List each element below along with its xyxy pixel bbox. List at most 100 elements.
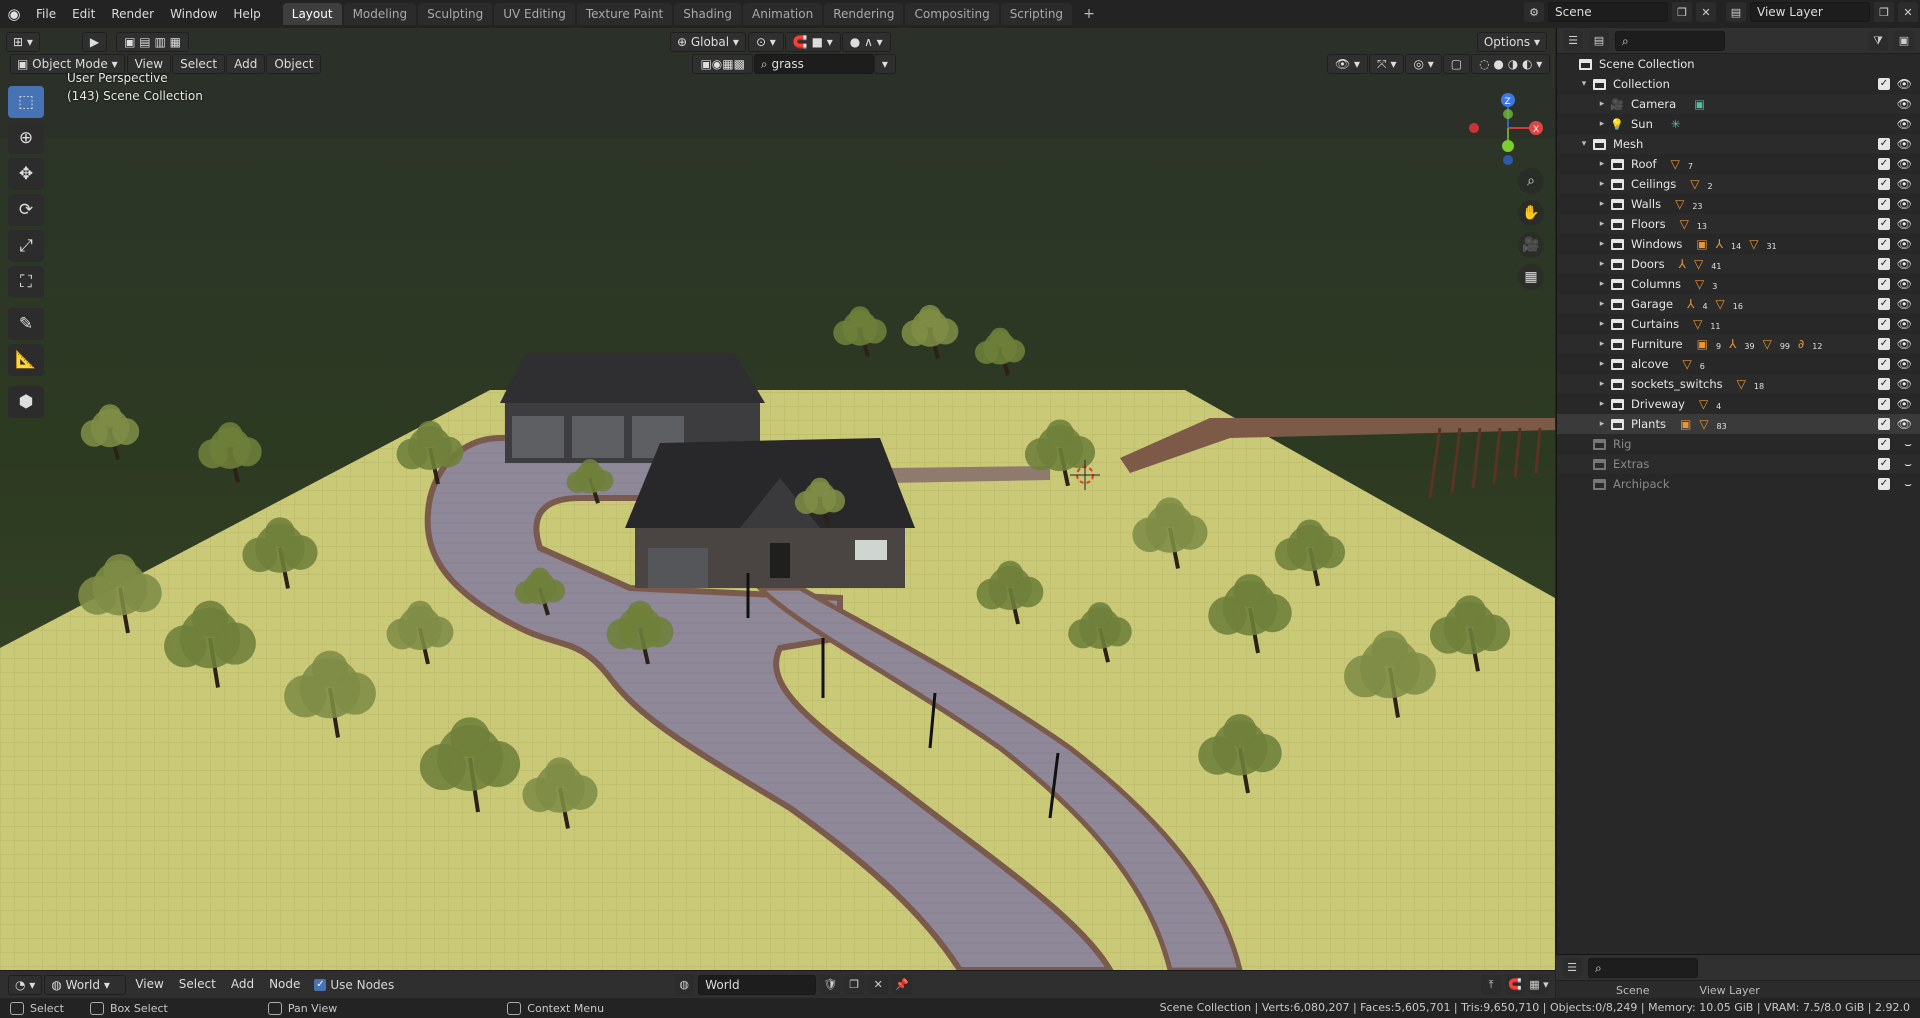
pan-hand-icon[interactable]: ✋	[1518, 200, 1544, 226]
orientation-dropdown[interactable]: ⊕ Global ▾	[669, 32, 746, 52]
exclude-checkbox[interactable]: ✓	[1878, 438, 1890, 450]
properties-search-input[interactable]: ⌕	[1588, 957, 1698, 978]
menu-render[interactable]: Render	[103, 0, 162, 28]
outliner-row-mesh[interactable]: ▾ Mesh ✓ 👁	[1557, 134, 1920, 154]
exclude-checkbox[interactable]: ✓	[1878, 238, 1890, 250]
eye-icon[interactable]: 👁	[1897, 377, 1912, 391]
filter-funnel-icon[interactable]: ⧩	[1868, 30, 1888, 51]
pivot-icon[interactable]: ⊙ ▾	[747, 32, 784, 52]
editor-type-dropdown[interactable]: ⊞ ▾	[6, 32, 40, 52]
exclude-checkbox[interactable]: ✓	[1878, 178, 1890, 190]
add-workspace-icon[interactable]: +	[1074, 3, 1104, 25]
outliner-row-furniture[interactable]: ▸ Furniture ▣ 9 ⅄ 39 ▽ 99 ∂ 12 ✓ 👁	[1557, 334, 1920, 354]
exclude-checkbox[interactable]: ✓	[1878, 138, 1890, 150]
collapse-arrow-icon[interactable]: ▸	[1595, 279, 1609, 289]
camera-view-icon[interactable]: 🎥	[1518, 232, 1544, 258]
eye-icon[interactable]: 👁	[1897, 257, 1912, 271]
filter-icons[interactable]: ▣◉▦▩	[692, 54, 753, 74]
node-snap-icon[interactable]: 🧲	[1505, 974, 1525, 995]
view-layer-field[interactable]: View Layer	[1750, 2, 1870, 22]
collapse-arrow-icon[interactable]: ▸	[1595, 379, 1609, 389]
eye-icon[interactable]: 👁	[1897, 197, 1912, 211]
add-menu[interactable]: Add	[226, 54, 266, 74]
collapse-arrow-icon[interactable]: ▸	[1595, 199, 1609, 209]
tab-layout[interactable]: Layout	[282, 3, 342, 25]
menu-file[interactable]: File	[28, 0, 64, 28]
collapse-arrow-icon[interactable]: ▸	[1595, 179, 1609, 189]
view-layer-tab[interactable]: View Layer	[1700, 984, 1760, 997]
annotate-icon[interactable]: ✎	[8, 308, 44, 340]
outliner-row-garage[interactable]: ▸ Garage ⅄ 4 ▽ 16 ✓ 👁	[1557, 294, 1920, 314]
outliner-root[interactable]: Scene Collection	[1557, 54, 1920, 74]
node-add-menu[interactable]: Add	[224, 975, 261, 995]
overlay-toggle-icon[interactable]: ◎ ▾	[1405, 54, 1442, 74]
scene-tab[interactable]: Scene	[1616, 984, 1650, 997]
node-node-menu[interactable]: Node	[262, 975, 307, 995]
shading-mode-icons[interactable]: ◌ ● ◑ ◐ ▾	[1471, 54, 1551, 74]
scene-field[interactable]: Scene	[1548, 2, 1668, 22]
collapse-arrow-icon[interactable]: ▸	[1595, 219, 1609, 229]
outliner-row-rig[interactable]: Rig ✓ ⌣	[1557, 434, 1920, 454]
3d-viewport[interactable]: ⊞ ▾ ▶ ▣ ▤ ▥ ▦ ⊕ Global ▾ ⊙ ▾ 🧲 ■ ▾ ● ∧ ▾…	[0, 28, 1555, 970]
node-editor-type-dropdown[interactable]: ◔ ▾	[8, 974, 43, 995]
expand-arrow-icon[interactable]: ▾	[1577, 79, 1591, 89]
tab-texture-paint[interactable]: Texture Paint	[576, 3, 673, 25]
collapse-arrow-icon[interactable]: ▸	[1595, 319, 1609, 329]
add-cube-icon[interactable]: ⬢	[8, 386, 44, 418]
outliner-row-windows[interactable]: ▸ Windows ▣ ⅄ 14 ▽ 31 ✓ 👁	[1557, 234, 1920, 254]
exclude-checkbox[interactable]: ✓	[1878, 158, 1890, 170]
grid-toggle-icon[interactable]: ▦	[1518, 264, 1544, 290]
new-view-layer-icon[interactable]: ❐	[1874, 2, 1894, 22]
collapse-arrow-icon[interactable]: ▸	[1595, 359, 1609, 369]
exclude-checkbox[interactable]: ✓	[1878, 258, 1890, 270]
menu-window[interactable]: Window	[162, 0, 225, 28]
outliner-row-camera[interactable]: ▸ 🎥 Camera ▣ 👁	[1557, 94, 1920, 114]
tab-modeling[interactable]: Modeling	[343, 3, 417, 25]
outliner-row-extras[interactable]: Extras ✓ ⌣	[1557, 454, 1920, 474]
outliner-row-alcove[interactable]: ▸ alcove ▽ 6 ✓ 👁	[1557, 354, 1920, 374]
menu-help[interactable]: Help	[225, 0, 268, 28]
node-snap-mode-icon[interactable]: ▦ ▾	[1529, 974, 1549, 995]
collapse-arrow-icon[interactable]: ▸	[1595, 419, 1609, 429]
exclude-checkbox[interactable]: ✓	[1878, 378, 1890, 390]
eye-icon[interactable]: 👁	[1897, 177, 1912, 191]
outliner-row-driveway[interactable]: ▸ Driveway ▽ 4 ✓ 👁	[1557, 394, 1920, 414]
tab-shading[interactable]: Shading	[674, 3, 741, 25]
exclude-checkbox[interactable]: ✓	[1878, 358, 1890, 370]
eye-icon[interactable]: 👁	[1897, 137, 1912, 151]
new-scene-icon[interactable]: ❐	[1672, 2, 1692, 22]
eye-icon[interactable]: 👁	[1897, 417, 1912, 431]
navigation-gizmo[interactable]: Z X	[1468, 88, 1548, 168]
exclude-checkbox[interactable]: ✓	[1878, 478, 1890, 490]
exclude-checkbox[interactable]: ✓	[1878, 298, 1890, 310]
properties-editor-type-icon[interactable]: ☰	[1562, 957, 1582, 978]
hidden-eye-icon[interactable]: ⌣	[1904, 457, 1912, 472]
exclude-checkbox[interactable]: ✓	[1878, 198, 1890, 210]
tab-sculpting[interactable]: Sculpting	[418, 3, 493, 25]
tab-rendering[interactable]: Rendering	[824, 3, 904, 25]
visibility-icon[interactable]: 👁 ▾	[1326, 54, 1369, 74]
cursor-icon[interactable]: ⊕	[8, 122, 44, 154]
exclude-checkbox[interactable]: ✓	[1878, 338, 1890, 350]
node-select-menu[interactable]: Select	[172, 975, 223, 995]
eye-icon[interactable]: 👁	[1897, 157, 1912, 171]
transform-icon[interactable]: ⛶	[8, 266, 44, 298]
snap-icon[interactable]: 🧲 ■ ▾	[784, 32, 841, 52]
eye-icon[interactable]: 👁	[1897, 117, 1912, 131]
eye-icon[interactable]: 👁	[1897, 357, 1912, 371]
proportional-edit-icon[interactable]: ● ∧ ▾	[841, 32, 891, 52]
eye-icon[interactable]: 👁	[1897, 297, 1912, 311]
use-nodes-toggle[interactable]: ✓ Use Nodes	[314, 978, 394, 992]
measure-icon[interactable]: 📐	[8, 344, 44, 376]
use-nodes-checkbox[interactable]: ✓	[314, 978, 327, 991]
outliner-row-sun[interactable]: ▸ 💡 Sun ✳ 👁	[1557, 114, 1920, 134]
outliner-row-columns[interactable]: ▸ Columns ▽ 3 ✓ 👁	[1557, 274, 1920, 294]
zoom-icon[interactable]: ⌕	[1518, 168, 1544, 194]
scale-icon[interactable]: ⤢	[8, 230, 44, 262]
exclude-checkbox[interactable]: ✓	[1878, 418, 1890, 430]
hidden-eye-icon[interactable]: ⌣	[1904, 477, 1912, 492]
pin-icon[interactable]: 📌	[892, 974, 913, 995]
tab-animation[interactable]: Animation	[743, 3, 823, 25]
menu-edit[interactable]: Edit	[64, 0, 103, 28]
eye-icon[interactable]: 👁	[1897, 97, 1912, 111]
